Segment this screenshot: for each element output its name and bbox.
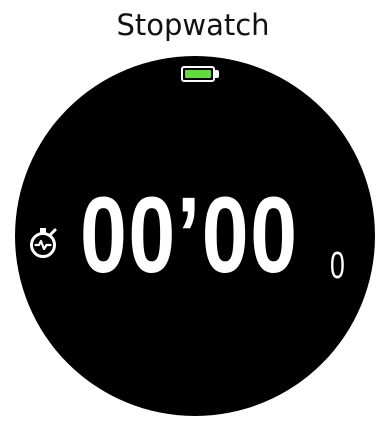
stopwatch-screen: Stopwatch 00’00 0 — [0, 0, 386, 432]
page-title: Stopwatch — [116, 8, 270, 42]
battery-tip — [215, 70, 219, 78]
battery-level-fill — [185, 70, 211, 78]
stopwatch-icon — [30, 228, 57, 258]
battery-icon — [181, 66, 215, 82]
elapsed-time: 00’00 — [80, 174, 299, 295]
elapsed-tenths: 0 — [330, 245, 345, 287]
